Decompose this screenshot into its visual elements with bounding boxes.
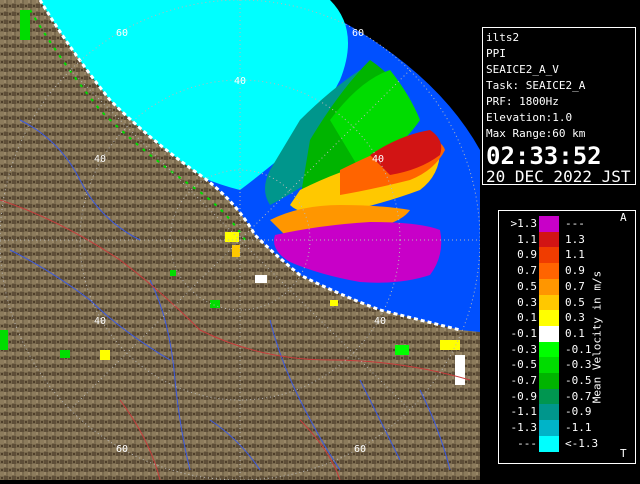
elevation-value: Elevation:1.0 bbox=[486, 111, 573, 124]
legend-row-lower-label: -0.9 bbox=[510, 389, 538, 403]
max-range-value: Max Range:60 km bbox=[486, 127, 586, 140]
legend-color-swatch bbox=[539, 310, 559, 327]
legend-row-lower-label: 1.1 bbox=[517, 232, 537, 246]
range-label: 40 bbox=[94, 154, 106, 165]
legend-row-upper-label: --- bbox=[565, 217, 585, 230]
range-label: 40 bbox=[372, 154, 384, 165]
legend-color-swatch bbox=[539, 388, 559, 405]
legend-row: --- <-1.3 bbox=[499, 435, 619, 452]
legend-row-lower-label: --- bbox=[517, 436, 537, 450]
legend-color-swatch bbox=[539, 325, 559, 342]
legend-color-swatch bbox=[539, 216, 559, 232]
legend-row-upper-label: 1.1 bbox=[565, 248, 585, 262]
range-label: 40 bbox=[234, 76, 246, 87]
legend-row-lower-label: 0.7 bbox=[517, 264, 537, 278]
legend-row: 0.9 1.1 bbox=[499, 247, 619, 264]
legend-color-swatch bbox=[539, 404, 559, 421]
legend-row: -1.3 -1.1 bbox=[499, 420, 619, 437]
legend-color-swatch bbox=[539, 247, 559, 264]
range-label: 60 bbox=[352, 28, 364, 39]
legend-row-lower-label: -1.1 bbox=[510, 405, 538, 419]
legend-row-upper-label: <-1.3 bbox=[565, 436, 599, 450]
scan-info-box: ilts2 PPI SEAICE2_A_V Task: SEAICE2_A PR… bbox=[482, 27, 636, 186]
scan-time: 02:33:52 bbox=[486, 142, 602, 170]
legend-row-lower-label: >1.3 bbox=[510, 217, 538, 230]
range-label: 40 bbox=[94, 316, 106, 327]
legend-row-lower-label: 0.1 bbox=[517, 311, 537, 325]
range-label: 40 bbox=[374, 316, 386, 327]
info-panel: ilts2 PPI SEAICE2_A_V Task: SEAICE2_A PR… bbox=[480, 0, 640, 480]
legend-row: >1.3 --- bbox=[499, 216, 619, 232]
legend-row-lower-label: -0.5 bbox=[510, 358, 538, 372]
legend-title: Mean Velocity in m/s bbox=[590, 270, 604, 404]
legend-color-swatch bbox=[539, 435, 559, 452]
range-label: 60 bbox=[116, 444, 128, 455]
product-name: SEAICE2_A_V bbox=[486, 63, 559, 76]
prf-value: PRF: 1800Hz bbox=[486, 95, 559, 108]
legend-color-swatch bbox=[539, 357, 559, 374]
scan-date: 20 DEC 2022 JST bbox=[486, 167, 631, 186]
legend-row-lower-label: 0.5 bbox=[517, 279, 537, 293]
radar-map: 40 60 40 60 40 40 40 60 60 bbox=[0, 0, 480, 480]
legend-bottom-letter: T bbox=[620, 447, 627, 460]
range-label: 60 bbox=[354, 444, 366, 455]
legend-row-lower-label: -0.3 bbox=[510, 342, 538, 356]
legend-color-swatch bbox=[539, 294, 559, 311]
range-label: 60 bbox=[116, 28, 128, 39]
legend-top-letter: A bbox=[620, 211, 627, 224]
legend-color-swatch bbox=[539, 278, 559, 295]
legend-color-swatch bbox=[539, 341, 559, 358]
legend-row-lower-label: -0.7 bbox=[510, 374, 538, 387]
legend-row-lower-label: 0.9 bbox=[517, 248, 537, 262]
legend-row-lower-label: -0.1 bbox=[510, 326, 538, 340]
station-name: ilts2 bbox=[486, 31, 520, 44]
legend-row: 1.1 1.3 bbox=[499, 231, 619, 248]
velocity-legend: >1.3 --- 1.1 1.3 0.9 1.1 0.7 0.9 0.5 0.7 0.3 0.5 0.1… bbox=[498, 210, 636, 464]
scan-type: PPI bbox=[486, 47, 506, 60]
task-name: Task: SEAICE2_A bbox=[486, 79, 586, 92]
legend-color-swatch bbox=[539, 373, 559, 389]
legend-color-swatch bbox=[539, 263, 559, 280]
legend-color-swatch bbox=[539, 420, 559, 437]
radar-ppi-view[interactable]: 40 60 40 60 40 40 40 60 60 bbox=[0, 0, 480, 480]
legend-row-lower-label: -1.3 bbox=[510, 421, 538, 435]
legend-row: -1.1 -0.9 bbox=[499, 404, 619, 421]
legend-row-upper-label: 1.3 bbox=[565, 232, 585, 246]
legend-row-lower-label: 0.3 bbox=[517, 295, 537, 309]
legend-color-swatch bbox=[539, 231, 559, 248]
legend-row-upper-label: -1.1 bbox=[565, 421, 592, 435]
legend-row-upper-label: -0.9 bbox=[565, 405, 592, 419]
